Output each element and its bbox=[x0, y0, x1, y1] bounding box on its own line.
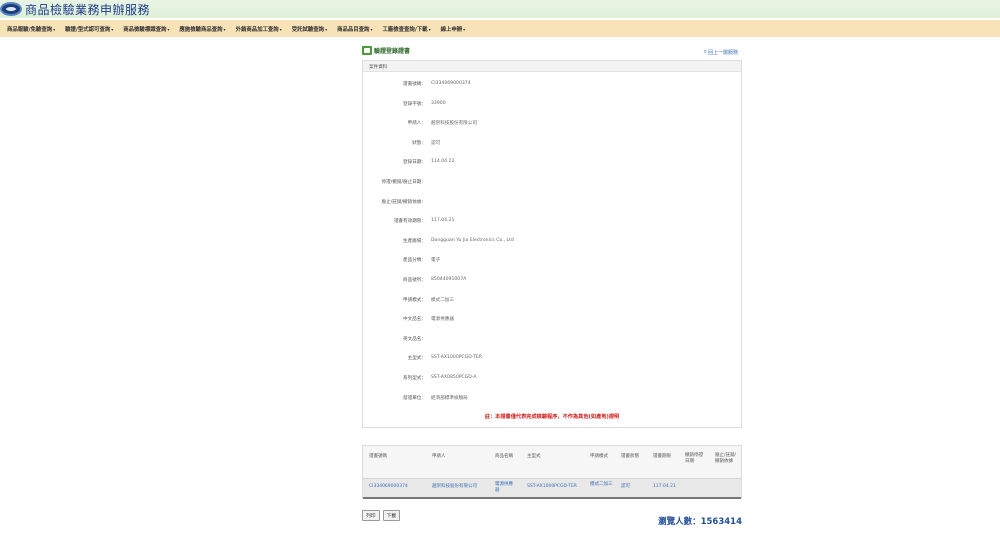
site-title: 商品檢驗業務申辦服務 bbox=[25, 2, 151, 17]
back-to-previous-link[interactable]: ⌕ 回上一層服務 bbox=[704, 48, 738, 56]
detail-row-registration-number: 登錄字號： 33900 bbox=[403, 100, 446, 107]
chevron-down-icon: ▾ bbox=[370, 26, 373, 32]
column-header: 申請模式 bbox=[590, 454, 608, 459]
nav-item-certification[interactable]: 驗證/型式認可查詢▾ bbox=[65, 25, 113, 33]
detail-row-revocation-date: 停證/撤銷/廢止日期： bbox=[381, 180, 426, 185]
column-header: 證書期限 bbox=[653, 454, 671, 459]
detail-row-chinese-name: 中文品名： 電源供應器 bbox=[403, 317, 454, 323]
chevron-down-icon: ▾ bbox=[53, 26, 56, 32]
result-table: 證書號碼 申請人 商品名稱 主型式 申請模式 證書狀態 證書期限 撤銷停證日期 … bbox=[362, 445, 742, 499]
detail-row-application-mode: 申請模式： 模式二加三 bbox=[403, 297, 454, 303]
column-header: 證書狀態 bbox=[621, 454, 639, 459]
page-heading: 驗證登錄證書 bbox=[362, 44, 742, 56]
column-header: 主型式 bbox=[527, 454, 541, 459]
column-header: 證書號碼 bbox=[369, 454, 387, 459]
detail-row-certificate-number: 證書號碼： CI334069000374 bbox=[403, 81, 471, 87]
site-logo[interactable]: 商品檢驗業務申辦服務 bbox=[0, 1, 150, 17]
detail-row-validity: 證書有效期限： 117.04.21 bbox=[393, 218, 455, 225]
chevron-down-icon: ▾ bbox=[463, 26, 466, 32]
table-cell: 越崇科技股份有限公司 bbox=[432, 484, 477, 489]
column-header: 廢止/註銷/撤銷依據 bbox=[715, 453, 737, 464]
chevron-down-icon: ▾ bbox=[111, 26, 114, 32]
visitor-counter: 瀏覽人數：1563414 bbox=[658, 517, 742, 527]
table-row[interactable]: CI334069000374 越崇科技股份有限公司 電源供應器 SST-AX10… bbox=[363, 479, 741, 499]
panel-header: 案件資料 bbox=[363, 61, 741, 72]
column-header: 撤銷停證日期 bbox=[685, 453, 703, 464]
nav-item-testing[interactable]: 受託試驗查詢▾ bbox=[292, 25, 327, 33]
chevron-down-icon: ▾ bbox=[325, 26, 328, 32]
action-buttons: 列印 下載 bbox=[362, 510, 401, 521]
case-info-panel: 案件資料 證書號碼： CI334069000374 登錄字號： 33900 申請人：… bbox=[362, 60, 742, 428]
bsmi-logo-icon bbox=[0, 2, 22, 16]
print-button[interactable]: 列印 bbox=[362, 510, 380, 521]
table-cell: 117.04.21 bbox=[653, 484, 676, 489]
table-header: 證書號碼 申請人 商品名稱 主型式 申請模式 證書狀態 證書期限 撤銷停證日期 … bbox=[363, 446, 741, 479]
certificate-content: 驗證登錄證書 ⌕ 回上一層服務 案件資料 證書號碼： CI334069000374… bbox=[362, 44, 742, 527]
nav-item-products-query[interactable]: 應施檢驗商品查詢▾ bbox=[179, 25, 225, 33]
detail-row-revocation-basis: 廢止/註銷/撤銷依據： bbox=[381, 199, 426, 205]
search-icon: ⌕ bbox=[703, 48, 707, 55]
certificate-disclaimer: 註：本證書僅代表完成檢驗程序，不作為其他(如產地)證明 bbox=[484, 414, 620, 420]
nav-item-inspection[interactable]: 商品報驗/免驗查詢▾ bbox=[7, 25, 55, 33]
detail-row-registration-date: 登錄日期： 114.04.22 bbox=[403, 159, 455, 166]
detail-row-english-name: 英文品名： bbox=[403, 336, 426, 342]
detail-row-applicant: 申請人： 越崇科技股份有限公司 bbox=[407, 121, 477, 127]
download-button[interactable]: 下載 bbox=[382, 510, 401, 521]
main-navigation: 商品報驗/免驗查詢▾ 驗證/型式認可查詢▾ 商品檢驗標識查詢▾ 應施檢驗商品查詢… bbox=[0, 20, 1000, 37]
page-title: 驗證登錄證書 bbox=[374, 47, 411, 55]
nav-item-product-items[interactable]: 商品品目查詢▾ bbox=[337, 25, 372, 33]
detail-row-status: 狀態： 認可 bbox=[412, 140, 441, 146]
table-cell: 模式二加三 bbox=[590, 482, 613, 487]
nav-item-online-apply[interactable]: 線上申辦▾ bbox=[441, 25, 466, 33]
detail-row-main-model: 主型式： SST-AX1000PCGD-TER bbox=[407, 355, 482, 362]
nav-item-factory-inspection[interactable]: 工廠檢查查詢/下載▾ bbox=[382, 25, 430, 33]
column-header: 商品名稱 bbox=[495, 454, 513, 459]
certificate-icon bbox=[362, 45, 372, 55]
table-cell: 認可 bbox=[621, 484, 630, 489]
detail-row-issuing-unit: 發證單位： 經濟部標準檢驗局 bbox=[403, 395, 468, 401]
chevron-down-icon: ▾ bbox=[279, 26, 282, 32]
nav-item-mark-query[interactable]: 商品檢驗標識查詢▾ bbox=[123, 25, 169, 33]
chevron-down-icon: ▾ bbox=[428, 26, 431, 32]
detail-row-product-code: 商品號列： 85044091007A bbox=[403, 277, 467, 283]
table-cell: 電源供應器 bbox=[495, 482, 513, 493]
certificate-number-link[interactable]: CI334069000374 bbox=[369, 484, 429, 490]
chevron-down-icon: ▾ bbox=[167, 26, 170, 32]
chevron-down-icon: ▾ bbox=[223, 26, 226, 32]
column-header: 申請人 bbox=[432, 454, 446, 459]
nav-item-export-processing[interactable]: 外銷商品加工查詢▾ bbox=[236, 25, 282, 33]
table-cell: SST-AX1000PCGD-TER bbox=[527, 484, 577, 489]
top-banner: 商品檢驗業務申辦服務 bbox=[0, 0, 1000, 18]
detail-row-product-category: 產品分類： 電子 bbox=[403, 258, 441, 264]
detail-row-series-model: 系列型式： SST-AX0850PCGD-A bbox=[403, 375, 477, 381]
detail-row-factory: 生產廠場： Dongguan Yu Jia Electronics Co., Lt… bbox=[403, 237, 514, 244]
